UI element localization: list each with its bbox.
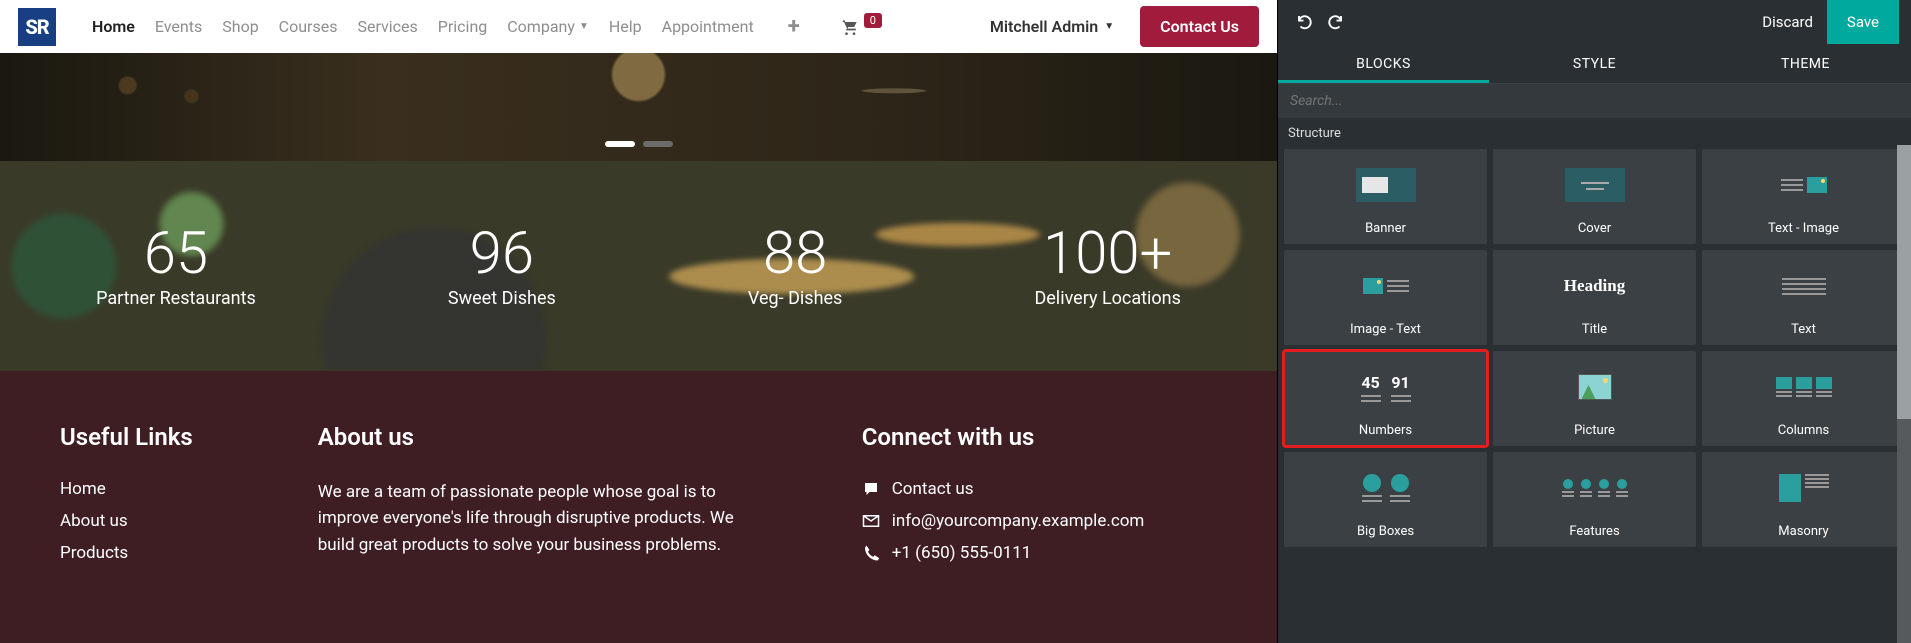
add-menu-icon[interactable]: + [788,14,800,39]
cart-count-badge: 0 [864,13,882,28]
block-picture[interactable]: Picture [1493,351,1696,446]
editor-tabs: BLOCKS STYLE THEME [1278,44,1911,84]
footer-email[interactable]: info@yourcompany.example.com [862,511,1217,531]
footer-link-about[interactable]: About us [60,511,228,531]
block-search-input[interactable] [1278,84,1911,118]
block-banner[interactable]: Banner [1284,149,1487,244]
speech-icon [862,480,880,498]
nav-shop[interactable]: Shop [222,17,258,36]
block-masonry[interactable]: Masonry [1702,452,1905,547]
block-text-image[interactable]: Text - Image [1702,149,1905,244]
envelope-icon [862,512,880,530]
nav-events[interactable]: Events [155,17,202,36]
footer-contact-link[interactable]: Contact us [862,479,1217,499]
logo[interactable]: SR [18,8,56,46]
tab-style[interactable]: STYLE [1489,44,1700,83]
counter-label: Delivery Locations [1034,288,1180,309]
redo-button[interactable] [1320,7,1350,37]
block-big-boxes[interactable]: Big Boxes [1284,452,1487,547]
nav-pricing[interactable]: Pricing [438,17,488,36]
counter-1[interactable]: 65 Partner Restaurants [96,223,256,310]
block-numbers[interactable]: 4591Numbers [1284,351,1487,446]
counter-3[interactable]: 88 Veg- Dishes [748,223,842,310]
blocks-grid: Banner Cover Text - Image Image - Text H… [1284,149,1905,547]
contact-us-button[interactable]: Contact Us [1140,6,1259,47]
footer-phone[interactable]: +1 (650) 555-0111 [862,543,1217,563]
carousel-indicator-1[interactable] [605,141,635,147]
block-text[interactable]: Text [1702,250,1905,345]
counter-4[interactable]: 100+ Delivery Locations [1034,223,1180,310]
nav-home[interactable]: Home [92,17,135,36]
section-structure-label: Structure [1278,118,1911,145]
footer: Useful Links Home About us Products Abou… [0,371,1277,643]
editor-sidebar: Discard Save BLOCKS STYLE THEME Structur… [1277,0,1911,643]
counter-label: Partner Restaurants [96,288,256,309]
footer-link-products[interactable]: Products [60,543,228,563]
carousel-indicator-2[interactable] [643,141,673,147]
footer-about-title: About us [318,423,772,451]
undo-button[interactable] [1290,7,1320,37]
carousel-indicators [605,141,673,147]
footer-connect-title: Connect with us [862,423,1217,451]
block-cover[interactable]: Cover [1493,149,1696,244]
chevron-down-icon: ▼ [579,21,589,32]
editor-toolbar: Discard Save [1278,0,1911,44]
chevron-down-icon: ▼ [1104,21,1114,32]
top-navigation: SR Home Events Shop Courses Services Pri… [0,0,1277,53]
user-menu[interactable]: Mitchell Admin▼ [990,17,1114,36]
save-button[interactable]: Save [1827,0,1899,44]
nav-company[interactable]: Company▼ [507,17,589,36]
block-title[interactable]: HeadingTitle [1493,250,1696,345]
counter-value: 65 [96,223,256,287]
nav-appointment[interactable]: Appointment [662,17,754,36]
phone-icon [862,544,880,562]
counter-label: Veg- Dishes [748,288,842,309]
sidebar-scrollbar[interactable] [1897,145,1911,643]
block-features[interactable]: Features [1493,452,1696,547]
hero-carousel [0,53,1277,161]
cart-button[interactable]: 0 [838,17,882,37]
footer-link-home[interactable]: Home [60,479,228,499]
block-columns[interactable]: Columns [1702,351,1905,446]
tab-blocks[interactable]: BLOCKS [1278,44,1489,83]
numbers-section[interactable]: 65 Partner Restaurants 96 Sweet Dishes 8… [0,161,1277,371]
footer-about-text: We are a team of passionate people whose… [318,479,772,558]
counter-value: 100+ [1034,223,1180,287]
block-image-text[interactable]: Image - Text [1284,250,1487,345]
cart-icon [838,17,860,37]
nav-help[interactable]: Help [609,17,642,36]
counter-2[interactable]: 96 Sweet Dishes [448,223,556,310]
counter-label: Sweet Dishes [448,288,556,309]
nav-courses[interactable]: Courses [279,17,338,36]
nav-services[interactable]: Services [357,17,417,36]
tab-theme[interactable]: THEME [1700,44,1911,83]
counter-value: 96 [448,223,556,287]
nav-menu: Home Events Shop Courses Services Pricin… [92,14,800,39]
counter-value: 88 [748,223,842,287]
discard-button[interactable]: Discard [1762,13,1813,31]
footer-links-title: Useful Links [60,423,228,451]
